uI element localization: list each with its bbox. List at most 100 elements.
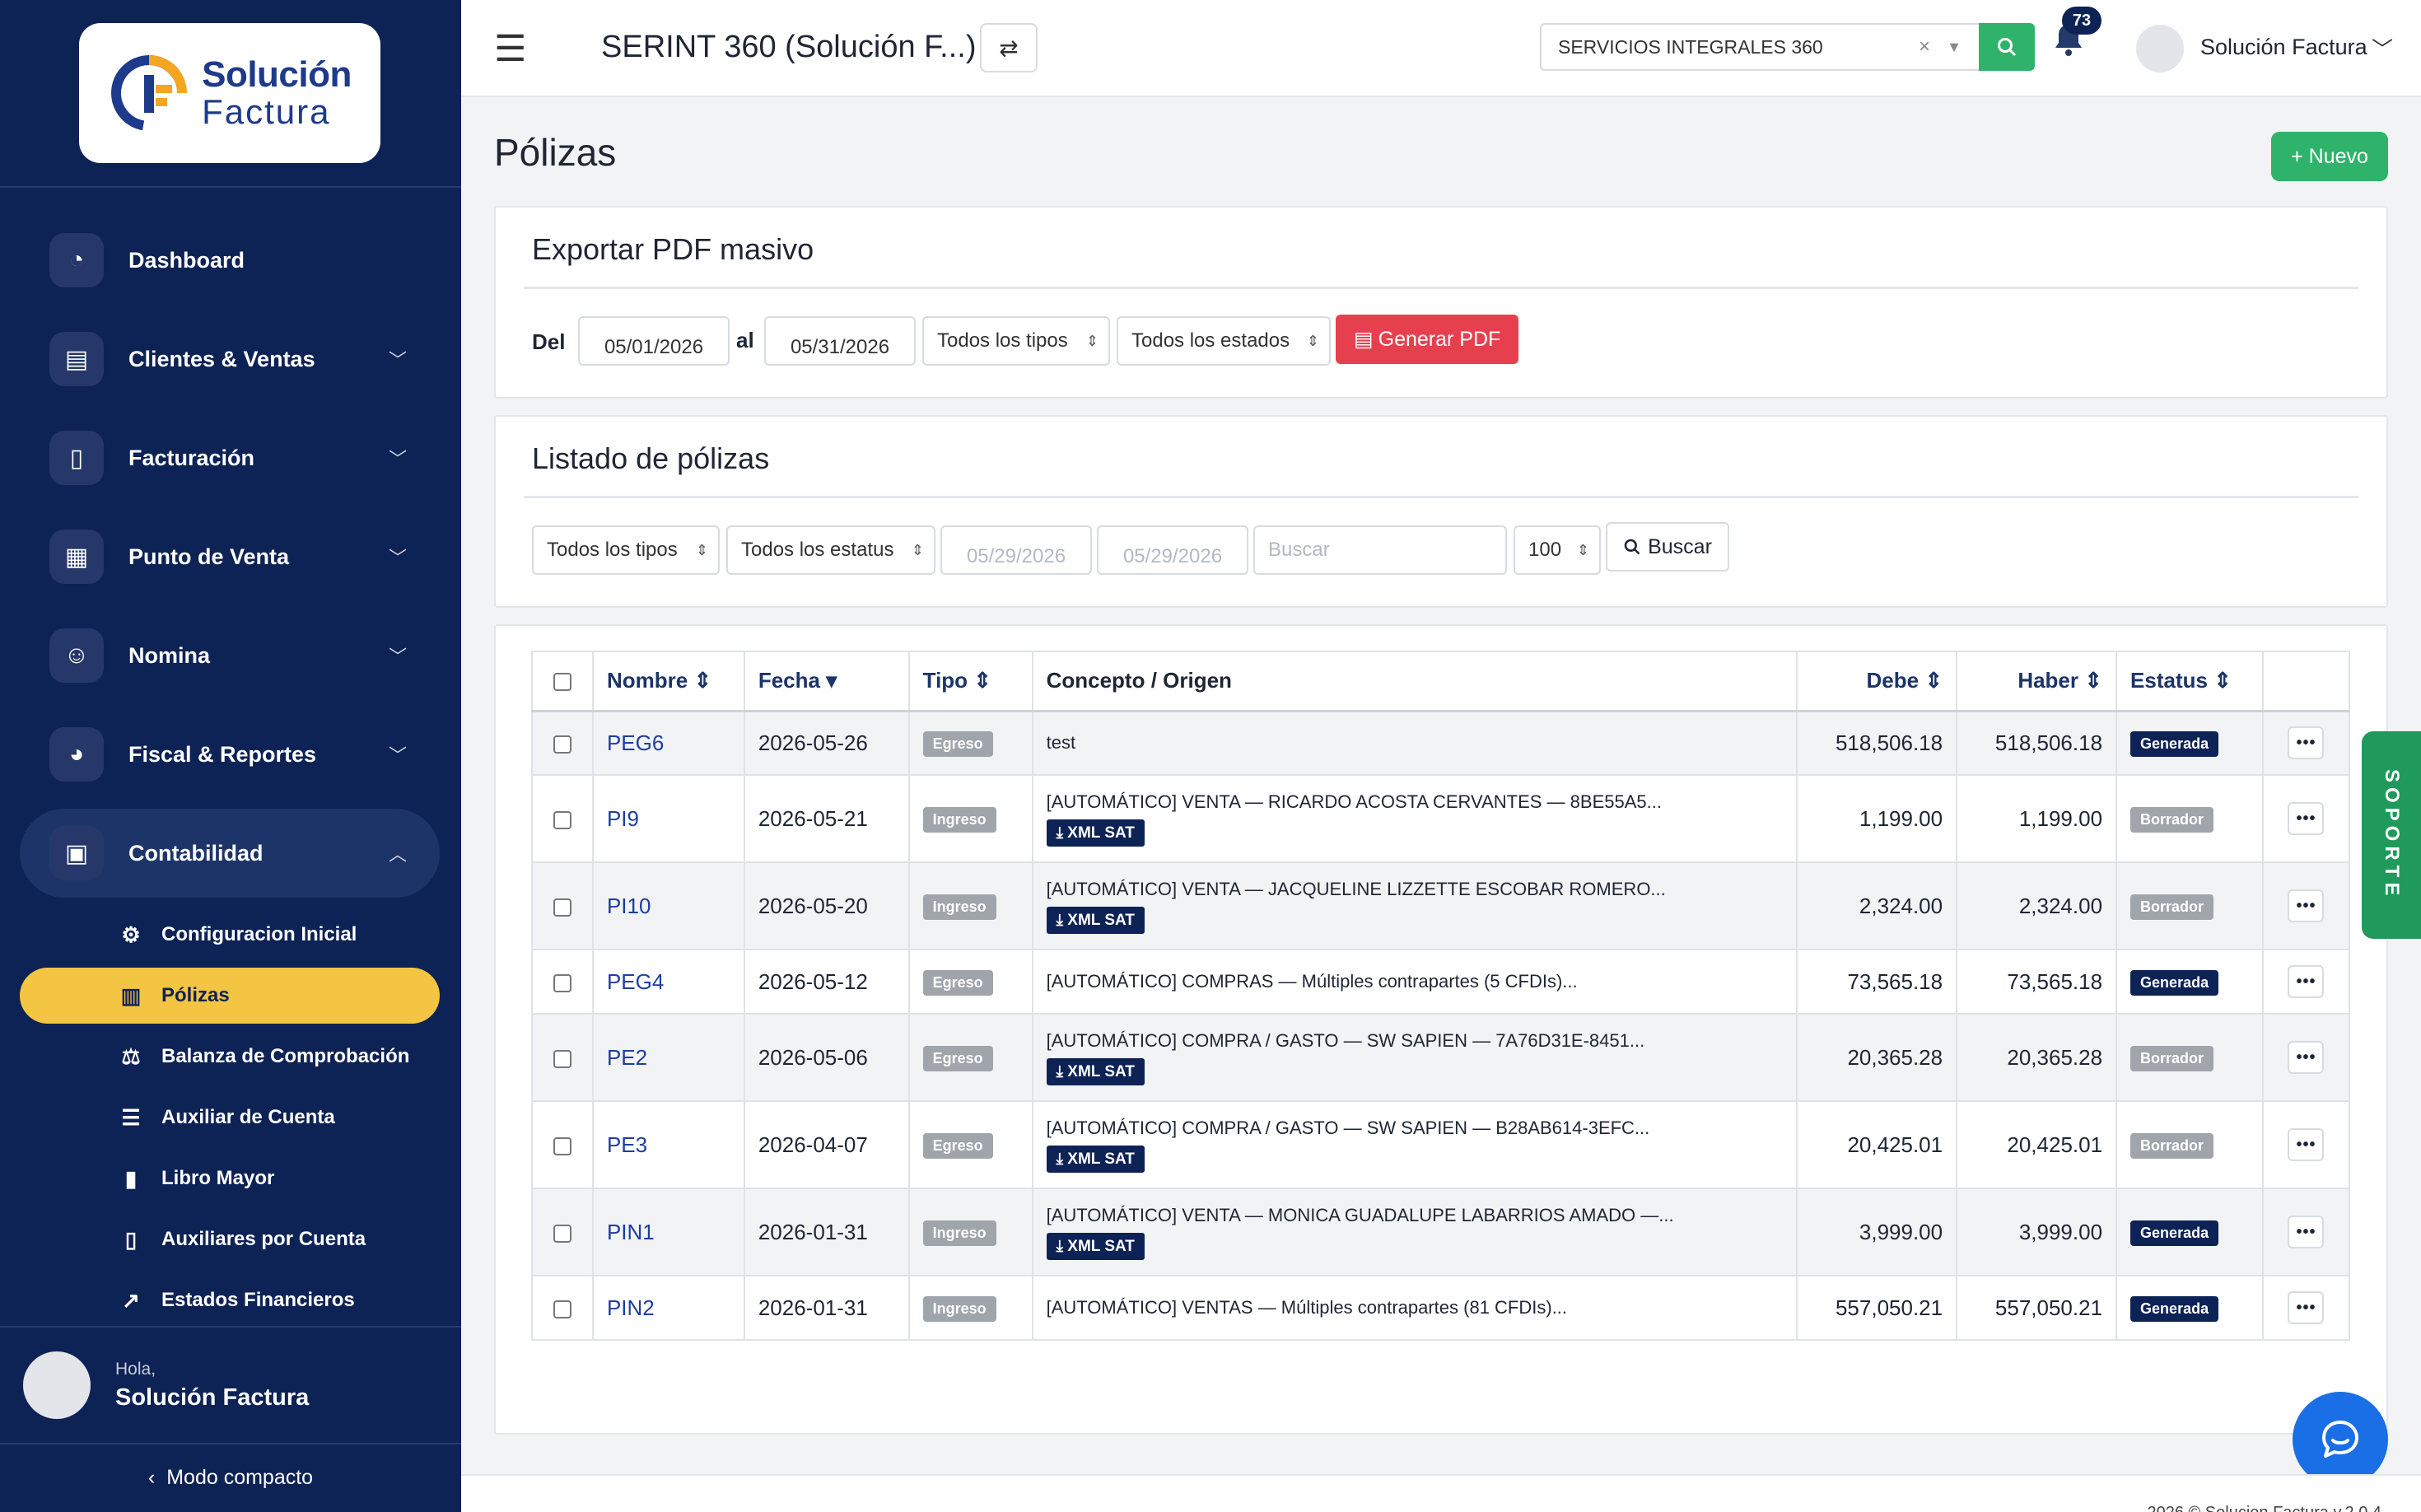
table-row[interactable]: PEG4 2026-05-12 Egreso [AUTOMÁTICO] COMPRAS… xyxy=(531,949,2351,1015)
xml-sat-button[interactable]: ⤓ XML SAT xyxy=(1046,1145,1145,1173)
sidebar-item-nomina[interactable]: ☺ Nomina ﹀ xyxy=(20,611,440,700)
sidebar-subitem-auxiliares-cuenta[interactable]: ▯ Auxiliares por Cuenta xyxy=(20,1211,440,1267)
hamburger-menu-icon[interactable]: ☰ xyxy=(494,31,526,68)
new-poliza-button[interactable]: + Nuevo xyxy=(2271,132,2388,181)
page-size-value: 100 xyxy=(1528,539,1562,561)
to-label: al xyxy=(736,328,754,352)
company-search-button[interactable] xyxy=(1979,23,2035,71)
file-icon: ▯ xyxy=(124,1226,138,1252)
export-type-select[interactable]: Todos los tipos ⇕ xyxy=(922,316,1110,366)
row-select-cell xyxy=(531,1013,594,1102)
tipo-cell: Egreso xyxy=(907,1013,1033,1102)
fecha-cell: 2026-04-07 xyxy=(743,1100,910,1189)
column-header-debe[interactable]: Debe ⇕ xyxy=(1796,651,1958,712)
poliza-link[interactable]: PEG6 xyxy=(607,730,664,755)
table-row[interactable]: PIN1 2026-01-31 Ingreso [AUTOMÁTICO] VENTA … xyxy=(531,1188,2351,1276)
caret-down-icon[interactable]: ▼ xyxy=(1947,39,1962,56)
sidebar-item-dashboard[interactable]: ◔ Dashboard xyxy=(20,216,440,305)
row-actions-button[interactable]: ••• xyxy=(2288,1291,2325,1324)
row-actions-button[interactable]: ••• xyxy=(2288,726,2325,760)
row-actions-button[interactable]: ••• xyxy=(2288,965,2325,998)
table-row[interactable]: PE2 2026-05-06 Egreso [AUTOMÁTICO] COMPRA /… xyxy=(531,1013,2351,1102)
xml-sat-button[interactable]: ⤓ XML SAT xyxy=(1046,1057,1145,1085)
row-actions-button[interactable]: ••• xyxy=(2288,889,2325,922)
row-select-cell xyxy=(531,710,594,776)
status-badge: Generada xyxy=(2130,1220,2219,1246)
haber-cell: 20,365.28 xyxy=(1956,1013,2118,1102)
switch-company-button[interactable]: ⇄ xyxy=(980,23,1038,72)
export-state-select[interactable]: Todos los estados ⇕ xyxy=(1117,316,1331,366)
sidebar-item-fiscal-reportes[interactable]: ◕ Fiscal & Reportes ﹀ xyxy=(20,710,440,799)
search-input[interactable]: Buscar xyxy=(1253,525,1507,575)
sidebar-item-facturacion[interactable]: ▯ Facturación ﹀ xyxy=(20,413,440,502)
poliza-link[interactable]: PEG4 xyxy=(607,969,664,994)
row-checkbox[interactable] xyxy=(553,1300,571,1318)
row-checkbox[interactable] xyxy=(553,973,571,992)
avatar[interactable] xyxy=(2136,25,2184,72)
column-header-haber[interactable]: Haber ⇕ xyxy=(1956,651,2118,712)
row-actions-button[interactable]: ••• xyxy=(2288,802,2325,835)
list-type-select[interactable]: Todos los tipos ⇕ xyxy=(532,525,720,575)
sort-icon: ⇕ xyxy=(693,668,712,693)
table-row[interactable]: PI9 2026-05-21 Ingreso [AUTOMÁTICO] VENTA —… xyxy=(531,774,2351,863)
sidebar-subitem-polizas[interactable]: ▥ Pólizas xyxy=(20,968,440,1024)
poliza-link[interactable]: PE3 xyxy=(607,1132,647,1157)
brand-logo[interactable]: Solución Factura xyxy=(79,23,380,163)
row-checkbox[interactable] xyxy=(553,1049,571,1068)
table-row[interactable]: PIN2 2026-01-31 Ingreso [AUTOMÁTICO] VENTAS… xyxy=(531,1275,2351,1341)
poliza-link[interactable]: PI9 xyxy=(607,806,639,831)
row-actions-button[interactable]: ••• xyxy=(2288,1216,2325,1248)
sidebar-item-clientes-ventas[interactable]: ▤ Clientes & Ventas ﹀ xyxy=(20,315,440,404)
xml-sat-button[interactable]: ⤓ XML SAT xyxy=(1046,819,1145,847)
select-all-checkbox[interactable] xyxy=(553,673,571,692)
generate-pdf-button[interactable]: ▤ Generar PDF xyxy=(1336,315,1519,364)
debe-cell: 1,199.00 xyxy=(1796,774,1958,863)
support-tab[interactable]: SOPORTE xyxy=(2362,731,2421,939)
clear-icon[interactable]: × xyxy=(1919,35,1930,58)
list-date-to[interactable]: 05/29/2026 xyxy=(1097,525,1248,575)
sidebar-subitem-configuracion-inicial[interactable]: ⚙ Configuracion Inicial xyxy=(20,907,440,963)
sidebar-item-punto-de-venta[interactable]: ▦ Punto de Venta ﹀ xyxy=(20,512,440,601)
page-size-select[interactable]: 100 ⇕ xyxy=(1514,525,1601,575)
table-row[interactable]: PE3 2026-04-07 Egreso [AUTOMÁTICO] COMPRA /… xyxy=(531,1100,2351,1189)
chat-button[interactable] xyxy=(2293,1392,2388,1487)
sidebar-subitem-estados-financieros[interactable]: ↗ Estados Financieros xyxy=(20,1272,440,1328)
xml-sat-button[interactable]: ⤓ XML SAT xyxy=(1046,906,1145,934)
list-status-select[interactable]: Todos los estatus ⇕ xyxy=(726,525,935,575)
topbar-user-name[interactable]: Solución Factura xyxy=(2200,35,2367,60)
export-to-date[interactable]: 05/31/2026 xyxy=(764,316,916,366)
sidebar-user[interactable]: Hola, Solución Factura xyxy=(0,1328,461,1443)
row-checkbox[interactable] xyxy=(553,898,571,917)
xml-sat-button[interactable]: ⤓ XML SAT xyxy=(1046,1232,1145,1260)
chevron-down-icon[interactable]: ﹀ xyxy=(2372,33,2393,63)
list-date-from[interactable]: 05/29/2026 xyxy=(940,525,1092,575)
actions-cell: ••• xyxy=(2261,1275,2351,1341)
table-row[interactable]: PI10 2026-05-20 Ingreso [AUTOMÁTICO] VENTA … xyxy=(531,861,2351,950)
poliza-link[interactable]: PI10 xyxy=(607,894,651,918)
row-actions-button[interactable]: ••• xyxy=(2288,1128,2325,1161)
poliza-link[interactable]: PIN1 xyxy=(607,1220,655,1244)
row-actions-button[interactable]: ••• xyxy=(2288,1041,2325,1074)
sidebar-item-contabilidad[interactable]: ▣ Contabilidad ︿ xyxy=(20,809,440,898)
tipo-badge: Egreso xyxy=(922,731,993,758)
sidebar-subitem-auxiliar-cuenta[interactable]: ☰ Auxiliar de Cuenta xyxy=(20,1090,440,1146)
poliza-link[interactable]: PIN2 xyxy=(607,1295,655,1320)
row-checkbox[interactable] xyxy=(553,1136,571,1155)
table-row[interactable]: PEG6 2026-05-26 Egreso test 518,506.18 518,50… xyxy=(531,710,2351,776)
row-checkbox[interactable] xyxy=(553,1224,571,1243)
poliza-link[interactable]: PE2 xyxy=(607,1045,647,1070)
column-header-tipo[interactable]: Tipo ⇕ xyxy=(907,651,1033,712)
column-header-fecha[interactable]: Fecha ▾ xyxy=(743,651,910,712)
compact-mode-toggle[interactable]: ‹ Modo compacto xyxy=(0,1443,461,1512)
tipo-badge: Egreso xyxy=(922,970,993,996)
concepto-cell: [AUTOMÁTICO] VENTA — MONICA GUADALUPE LA… xyxy=(1031,1188,1798,1276)
export-from-date[interactable]: 05/01/2026 xyxy=(578,316,730,366)
column-header-nombre[interactable]: Nombre ⇕ xyxy=(591,651,745,712)
sidebar-subitem-libro-mayor[interactable]: ▮ Libro Mayor xyxy=(20,1150,440,1206)
row-checkbox[interactable] xyxy=(553,810,571,829)
row-checkbox[interactable] xyxy=(553,735,571,754)
sidebar-subitem-balanza[interactable]: ⚖ Balanza de Comprobación xyxy=(20,1029,440,1085)
company-select[interactable]: SERVICIOS INTEGRALES 360 × ▼ xyxy=(1540,23,1981,71)
column-header-estatus[interactable]: Estatus ⇕ xyxy=(2115,651,2264,712)
search-button[interactable]: Buscar xyxy=(1606,522,1729,572)
